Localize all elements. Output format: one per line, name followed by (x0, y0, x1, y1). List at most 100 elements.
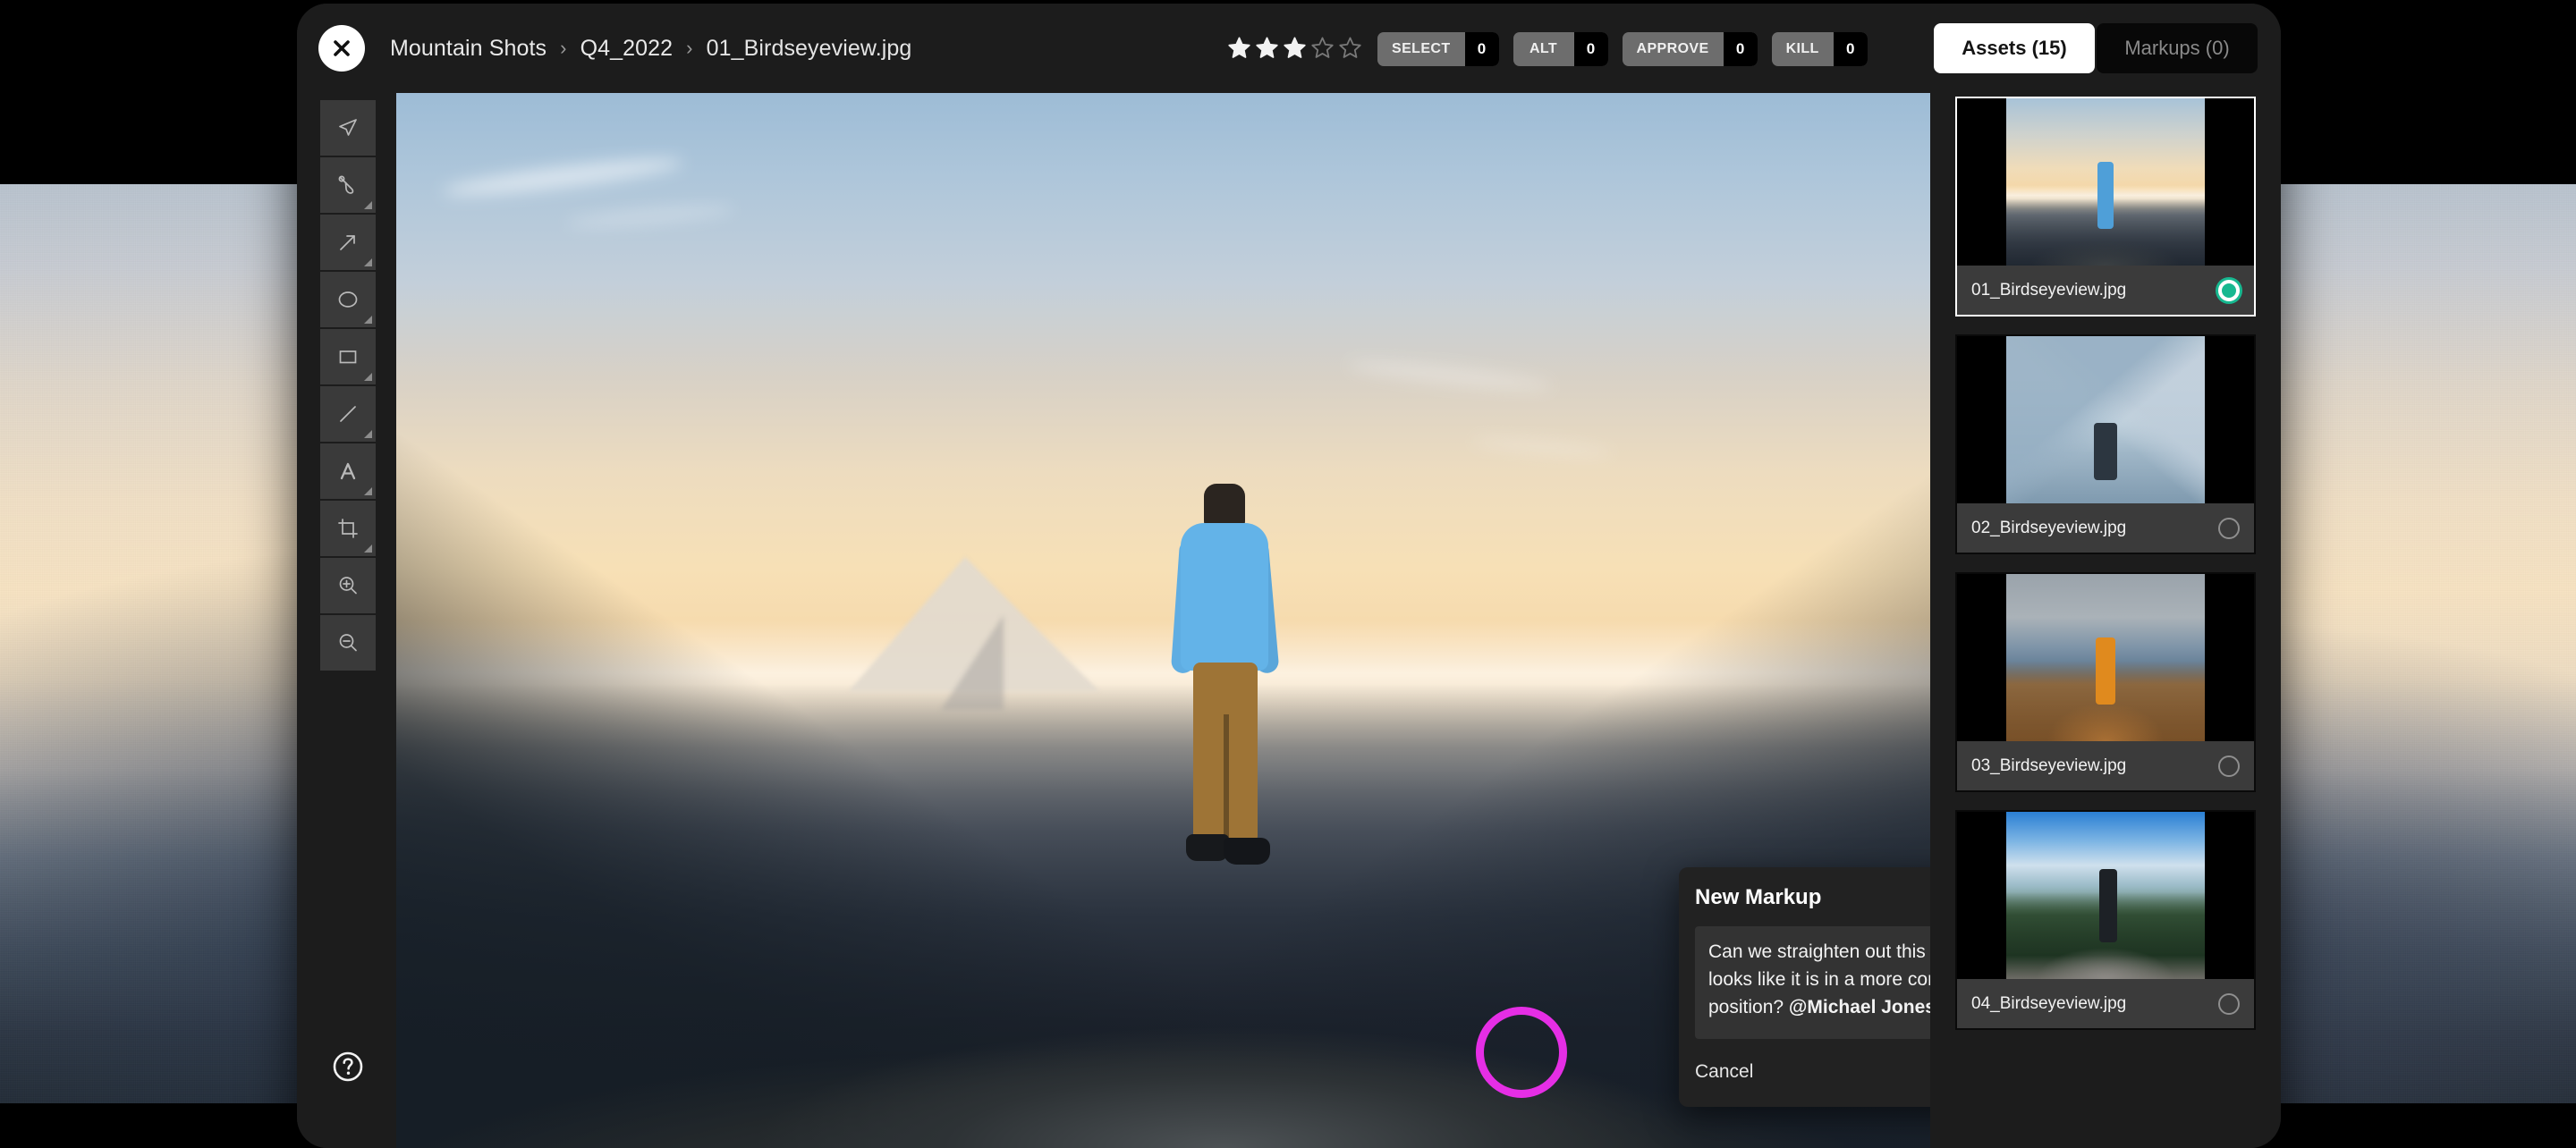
tool-submenu-indicator[interactable] (364, 487, 372, 495)
breadcrumb-item-file[interactable]: 01_Birdseyeview.jpg (707, 36, 912, 62)
tool-submenu-indicator[interactable] (364, 544, 372, 553)
arrow-icon (335, 229, 361, 256)
asset-thumbnail-image (2006, 574, 2205, 741)
help-circle-icon[interactable] (331, 1050, 365, 1084)
star-rating[interactable] (1227, 36, 1362, 60)
tool-submenu-indicator[interactable] (364, 373, 372, 381)
comment-mention[interactable]: @Michael Jones (1789, 997, 1936, 1017)
close-icon[interactable] (318, 25, 365, 72)
asset-status-empty-icon[interactable] (2218, 755, 2240, 777)
asset-meta: 03_Birdseyeview.jpg (1957, 741, 2254, 790)
badge-count: 0 (1465, 32, 1499, 66)
asset-thumbnail-image (2006, 336, 2205, 503)
chevron-right-icon: › (560, 37, 566, 60)
top-bar: Mountain Shots › Q4_2022 › 01_Birdseyevi… (297, 4, 2281, 93)
status-badges: SELECT0ALT0APPROVE0KILL0 (1377, 32, 1868, 66)
cloud-wisp (442, 152, 684, 201)
panel-tabs: Assets (15) Markups (0) (1934, 23, 2258, 73)
rectangle-tool[interactable] (320, 329, 376, 384)
thumbnail-subject (2096, 637, 2115, 705)
tab-markups[interactable]: Markups (0) (2097, 23, 2258, 73)
star-empty-icon[interactable] (1310, 36, 1335, 60)
badge-count: 0 (1574, 32, 1608, 66)
zoom-out-icon (335, 629, 361, 656)
asset-thumbnail-image (2006, 98, 2205, 266)
asset-meta: 01_Birdseyeview.jpg (1957, 266, 2254, 315)
mountain-peak-shadow (941, 615, 1004, 710)
line-tool[interactable] (320, 386, 376, 442)
asset-filename: 02_Birdseyeview.jpg (1971, 519, 2126, 538)
cloud-wisp (1347, 357, 1554, 394)
asset-filename: 04_Birdseyeview.jpg (1971, 994, 2126, 1014)
star-filled-icon[interactable] (1227, 36, 1251, 60)
chevron-right-icon: › (686, 37, 692, 60)
arrow-tool[interactable] (320, 215, 376, 270)
cursor-icon (335, 114, 361, 141)
subject-shoe-right (1224, 838, 1270, 865)
tab-assets[interactable]: Assets (15) (1934, 23, 2095, 73)
thumbnail-subject (2094, 423, 2118, 480)
cancel-button[interactable]: Cancel (1695, 1061, 1753, 1083)
close-x-glyph (332, 38, 352, 58)
tool-rail (297, 93, 396, 1148)
tool-submenu-indicator[interactable] (364, 430, 372, 438)
badge-count: 0 (1724, 32, 1758, 66)
asset-filename: 01_Birdseyeview.jpg (1971, 281, 2126, 300)
popup-title: New Markup (1695, 885, 1821, 910)
asset-thumbnail-image (2006, 812, 2205, 979)
badge-label: SELECT (1377, 32, 1465, 66)
assets-sidebar[interactable]: 01_Birdseyeview.jpg 02_Birdseyeview.jpg 03… (1930, 93, 2281, 1148)
text-tool[interactable] (320, 443, 376, 499)
asset-meta: 04_Birdseyeview.jpg (1957, 979, 2254, 1028)
star-filled-icon[interactable] (1283, 36, 1307, 60)
asset-status-empty-icon[interactable] (2218, 993, 2240, 1015)
ellipse-tool[interactable] (320, 272, 376, 327)
rectangle-icon (335, 343, 361, 370)
asset-status-empty-icon[interactable] (2218, 518, 2240, 539)
pointer-tool[interactable] (320, 100, 376, 156)
badge-kill[interactable]: KILL0 (1772, 32, 1868, 66)
thumbnail-subject (2097, 162, 2114, 229)
asset-card[interactable]: 03_Birdseyeview.jpg (1955, 572, 2256, 792)
asset-status-approved-icon[interactable] (2218, 280, 2240, 301)
badge-select[interactable]: SELECT0 (1377, 32, 1499, 66)
asset-card[interactable]: 01_Birdseyeview.jpg (1955, 97, 2256, 317)
asset-card[interactable]: 04_Birdseyeview.jpg (1955, 810, 2256, 1030)
markup-annotation-circle[interactable] (1476, 1007, 1567, 1098)
breadcrumb: Mountain Shots › Q4_2022 › 01_Birdseyevi… (390, 4, 911, 93)
app-window: Mountain Shots › Q4_2022 › 01_Birdseyevi… (297, 4, 2281, 1148)
asset-card[interactable]: 02_Birdseyeview.jpg (1955, 334, 2256, 554)
asset-thumbnail[interactable] (1957, 574, 2254, 741)
help-glyph (331, 1050, 365, 1084)
line-icon (335, 401, 361, 427)
badge-label: ALT (1513, 32, 1574, 66)
badge-label: APPROVE (1623, 32, 1724, 66)
breadcrumb-item-folder[interactable]: Q4_2022 (580, 36, 674, 62)
asset-meta: 02_Birdseyeview.jpg (1957, 503, 2254, 553)
tool-submenu-indicator[interactable] (364, 316, 372, 324)
tab-label: Markups (0) (2124, 37, 2229, 60)
badge-alt[interactable]: ALT0 (1513, 32, 1608, 66)
crop-icon (335, 515, 361, 542)
asset-thumbnail[interactable] (1957, 812, 2254, 979)
tool-submenu-indicator[interactable] (364, 201, 372, 209)
crop-tool[interactable] (320, 501, 376, 556)
subject-shoe-left (1186, 834, 1229, 861)
subject-torso (1181, 523, 1268, 671)
brush-tool[interactable] (320, 157, 376, 213)
badge-label: KILL (1772, 32, 1834, 66)
star-empty-icon[interactable] (1338, 36, 1362, 60)
badge-approve[interactable]: APPROVE0 (1623, 32, 1758, 66)
asset-thumbnail[interactable] (1957, 98, 2254, 266)
subject-head (1204, 484, 1245, 528)
image-canvas[interactable]: New Markup To Do Can we straighten out t… (396, 93, 1930, 1148)
asset-thumbnail[interactable] (1957, 336, 2254, 503)
star-filled-icon[interactable] (1255, 36, 1279, 60)
tool-submenu-indicator[interactable] (364, 258, 372, 266)
zoom-in-tool[interactable] (320, 558, 376, 613)
ellipse-icon (335, 286, 361, 313)
breadcrumb-item-project[interactable]: Mountain Shots (390, 36, 547, 62)
photo-subject-person (1166, 484, 1283, 904)
zoom-out-tool[interactable] (320, 615, 376, 671)
text-a-icon (335, 458, 361, 485)
